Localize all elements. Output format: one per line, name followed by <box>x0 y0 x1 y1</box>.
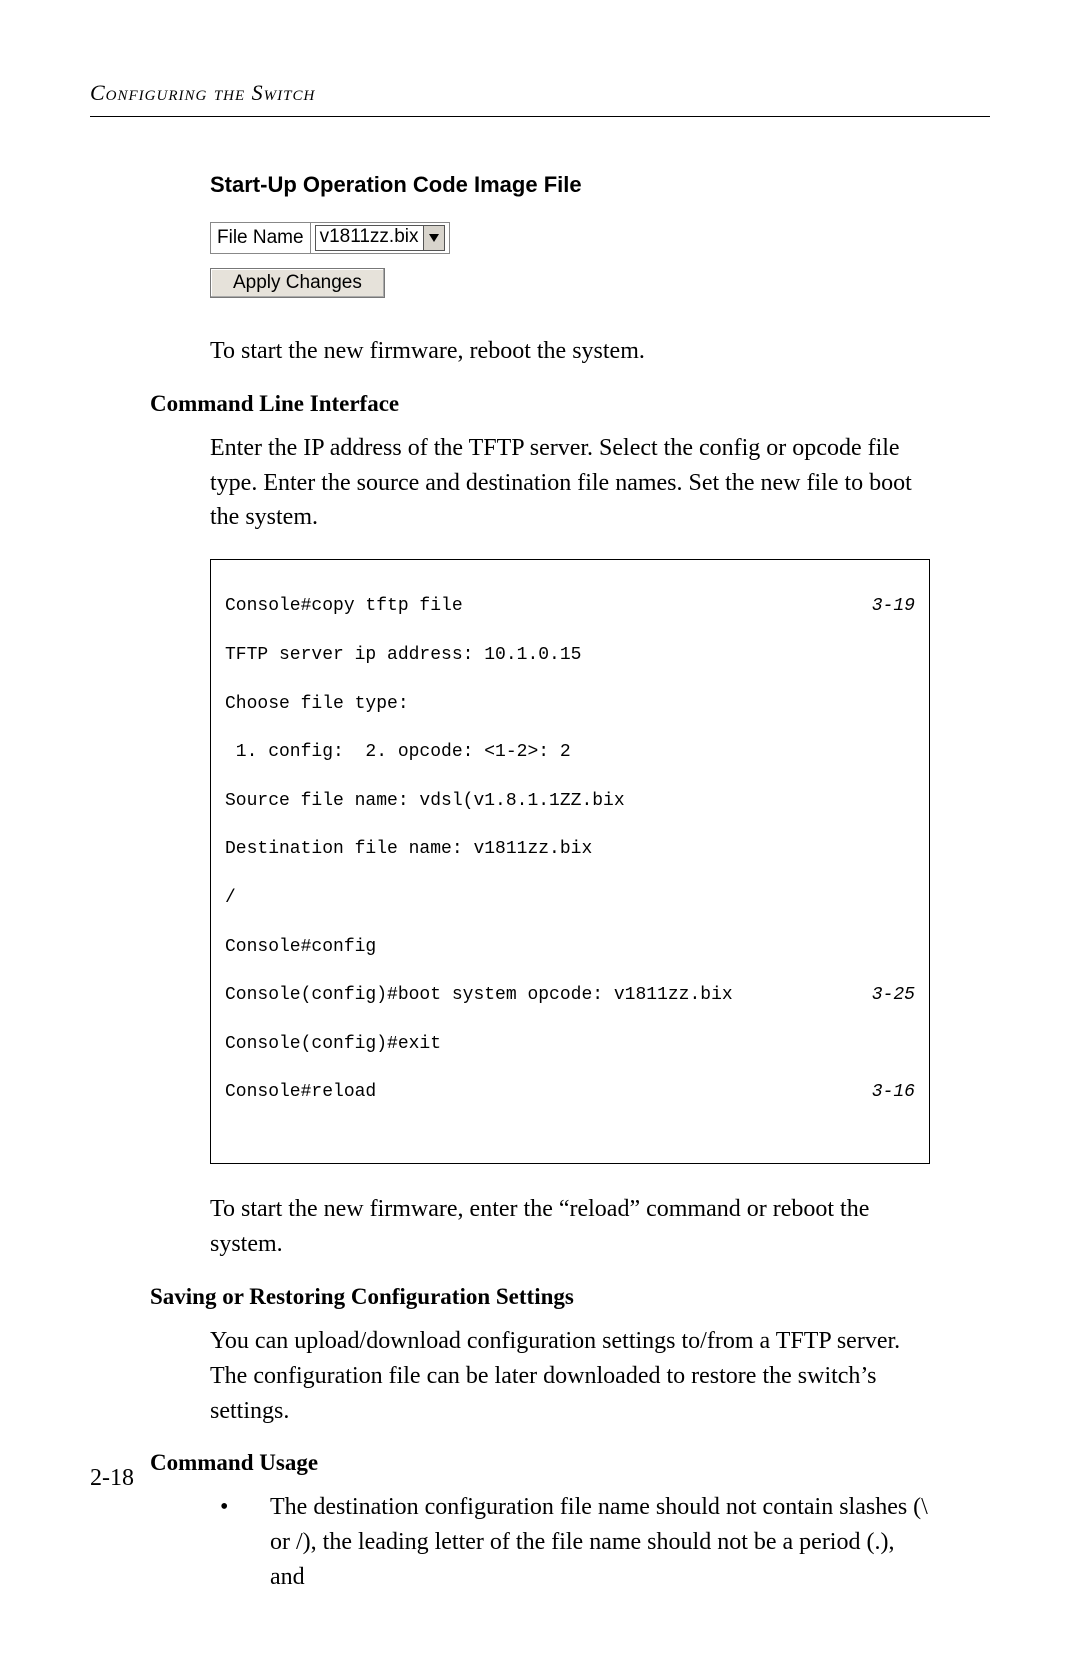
console-line: Console(config)#exit <box>225 1032 441 1056</box>
apply-changes-button[interactable]: Apply Changes <box>210 268 385 298</box>
list-item: • The destination configuration file nam… <box>210 1490 930 1594</box>
chevron-down-icon <box>423 226 444 250</box>
console-line: 1. config: 2. opcode: <1-2>: 2 <box>225 740 571 764</box>
console-line: Console#config <box>225 935 376 959</box>
page-ref: 3-25 <box>872 983 915 1007</box>
paragraph-save-restore: You can upload/download configuration se… <box>210 1324 930 1428</box>
console-line: Source file name: vdsl(v1.8.1.1ZZ.bix <box>225 789 625 813</box>
file-name-row: File Name v1811zz.bix <box>210 222 450 254</box>
console-line: Destination file name: v1811zz.bix <box>225 837 592 861</box>
file-name-label: File Name <box>211 223 311 253</box>
heading-command-usage: Command Usage <box>150 1450 930 1476</box>
paragraph-start-firmware: To start the new firmware, reboot the sy… <box>210 334 930 369</box>
page-ref: 3-19 <box>872 594 915 618</box>
running-head-text: Configuring the Switch <box>90 80 315 105</box>
bullet-icon: • <box>210 1490 270 1594</box>
ui-section-title: Start-Up Operation Code Image File <box>210 172 930 198</box>
paragraph-cli-intro: Enter the IP address of the TFTP server.… <box>210 431 930 535</box>
console-line: Console#reload <box>225 1080 376 1104</box>
file-name-selected: v1811zz.bix <box>316 226 423 250</box>
console-line: Console#copy tftp file <box>225 594 463 618</box>
console-line: TFTP server ip address: 10.1.0.15 <box>225 643 581 667</box>
bullet-text: The destination configuration file name … <box>270 1490 930 1594</box>
console-line: / <box>225 886 236 910</box>
paragraph-reload: To start the new firmware, enter the “re… <box>210 1192 930 1262</box>
page-ref: 3-16 <box>872 1080 915 1104</box>
heading-save-restore: Saving or Restoring Configuration Settin… <box>150 1284 930 1310</box>
running-head: Configuring the Switch <box>90 80 990 117</box>
file-name-select[interactable]: v1811zz.bix <box>315 225 445 251</box>
heading-cli: Command Line Interface <box>150 391 930 417</box>
page-number: 2-18 <box>90 1465 134 1492</box>
console-line: Choose file type: <box>225 692 409 716</box>
console-line: Console(config)#boot system opcode: v181… <box>225 983 733 1007</box>
console-block: Console#copy tftp file 3-19 TFTP server i… <box>210 559 930 1164</box>
